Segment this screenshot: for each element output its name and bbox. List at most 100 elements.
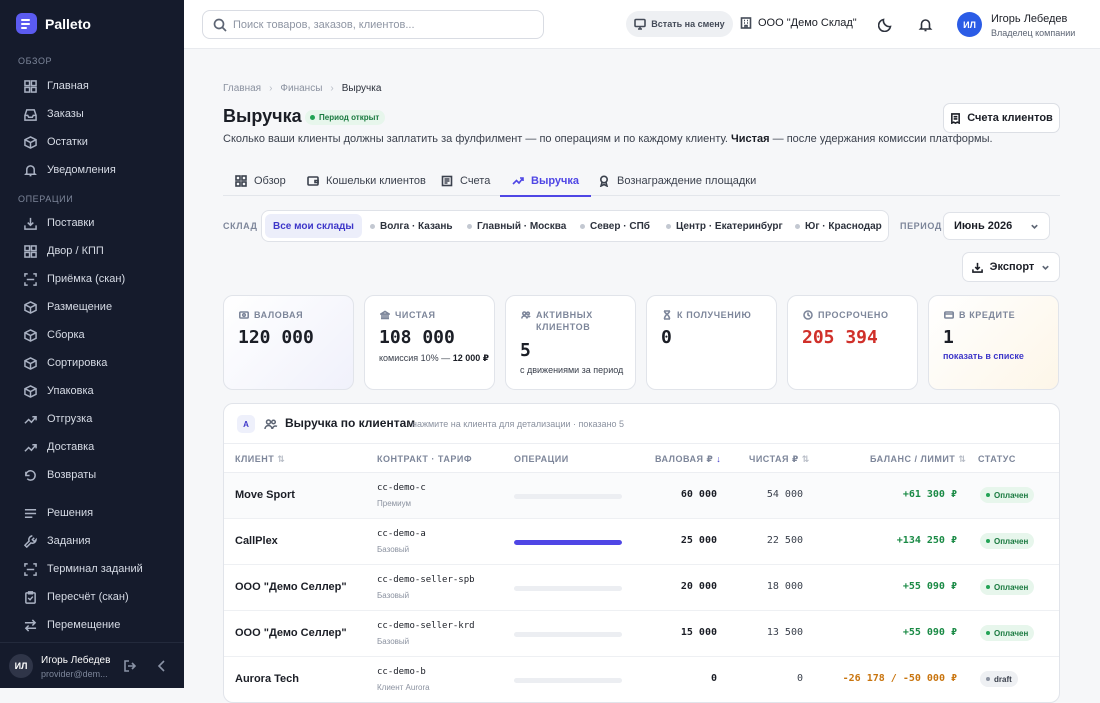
kpi-card-receivable[interactable]: К получению 0 — [646, 295, 777, 390]
sidebar-item-receiving[interactable]: Приёмка (скан) — [24, 268, 125, 290]
table-row[interactable]: Aurora Tech cc-demo-b Клиент Aurora 0 0 -26 1… — [224, 657, 1059, 702]
clipboard-icon — [25, 590, 36, 604]
column-header-client[interactable]: Клиент ⇅ — [235, 454, 285, 465]
client-name[interactable]: ООО "Демо Селлер" — [235, 581, 347, 593]
sidebar-item-packing[interactable]: Упаковка — [24, 380, 94, 402]
warehouse-option-krasnodar[interactable]: Юг · Краснодар — [787, 214, 890, 238]
sidebar-item-sorting[interactable]: Сортировка — [24, 352, 107, 374]
client-name[interactable]: Aurora Tech — [235, 673, 299, 685]
tab-invoices[interactable]: Счета — [441, 166, 490, 196]
search-box[interactable] — [202, 10, 544, 39]
avatar[interactable]: ИЛ — [9, 654, 33, 678]
column-header-net[interactable]: Чистая ₽ ⇅ — [749, 454, 810, 465]
warehouse-option-moscow[interactable]: Главный · Москва — [459, 214, 574, 238]
period-select[interactable]: Июнь 2026 — [943, 212, 1050, 240]
avatar[interactable]: ИЛ — [957, 12, 982, 37]
sidebar-item-putaway[interactable]: Размещение — [24, 296, 112, 318]
tab-revenue[interactable]: Выручка — [499, 166, 592, 197]
table-row[interactable]: CallPlex cc-demo-a Базовый 25 000 22 500 +134… — [224, 519, 1059, 565]
start-shift-button[interactable]: Встать на смену — [626, 11, 733, 37]
breadcrumb-current: Выручка — [341, 83, 382, 94]
sidebar-item-shipment[interactable]: Отгрузка — [24, 408, 92, 430]
kpi-card-net[interactable]: Чистая 108 000 комиссия 10% — 12 000 ₽ — [364, 295, 495, 390]
sidebar-item-label: Отгрузка — [47, 413, 93, 425]
table-row[interactable]: ООО "Демо Селлер" cc-demo-seller-krd Базов… — [224, 611, 1059, 657]
sidebar-item-picking[interactable]: Сборка — [24, 324, 85, 346]
sidebar-item-transfer[interactable]: Перемещение — [24, 614, 120, 636]
tab-client-wallets[interactable]: Кошельки клиентов — [307, 166, 426, 196]
warehouse-option-label: Центр · Екатеринбург — [676, 220, 783, 232]
warehouse-option-ekb[interactable]: Центр · Екатеринбург — [658, 214, 791, 238]
sidebar-item-returns[interactable]: Возвраты — [24, 464, 96, 486]
user-name[interactable]: Игорь Лебедев — [991, 13, 1067, 25]
sidebar-item-label: Поставки — [47, 217, 95, 229]
sidebar-item-stock[interactable]: Остатки — [24, 131, 88, 153]
logout-icon[interactable] — [124, 660, 136, 672]
sidebar-item-label: Сборка — [47, 329, 85, 341]
kpi-value: 108 000 — [379, 327, 455, 348]
sidebar-item-delivery[interactable]: Доставка — [24, 436, 94, 458]
kpi-card-overdue[interactable]: Просрочено 205 394 — [787, 295, 918, 390]
company-name: ООО "Демо Склад" — [758, 17, 857, 29]
revenue-by-client-card: A Выручка по клиентам нажмите на клиента… — [223, 403, 1060, 703]
client-name[interactable]: Move Sport — [235, 489, 295, 501]
moon-icon[interactable] — [878, 17, 893, 32]
table-row[interactable]: ООО "Демо Селлер" cc-demo-seller-spb Базов… — [224, 565, 1059, 611]
breadcrumb-finance[interactable]: Финансы — [280, 83, 322, 94]
receipt-icon — [441, 175, 453, 187]
client-invoices-button[interactable]: Счета клиентов — [943, 103, 1060, 133]
chevron-right-icon: › — [269, 83, 273, 94]
balance-amount: +55 090 ₽ — [902, 627, 957, 638]
kpi-card-gross[interactable]: Валовая 120 000 — [223, 295, 354, 390]
users-icon — [521, 311, 531, 319]
search-input[interactable] — [233, 11, 533, 38]
client-name[interactable]: ООО "Демо Селлер" — [235, 627, 347, 639]
breadcrumb-home[interactable]: Главная — [223, 83, 261, 94]
kpi-value: 1 — [943, 327, 954, 348]
column-header-status: Статус — [978, 454, 1016, 464]
scan-icon — [24, 272, 37, 286]
box-icon — [24, 356, 37, 370]
show-in-list-link[interactable]: показать в списке — [943, 349, 1055, 363]
kpi-card-in-credit[interactable]: В кредите 1 показать в списке — [928, 295, 1059, 390]
sidebar-item-yard[interactable]: Двор / КПП — [24, 240, 104, 262]
sidebar-item-supplies[interactable]: Поставки — [24, 212, 94, 234]
sidebar-item-orders[interactable]: Заказы — [24, 103, 84, 125]
operations-bar — [514, 632, 622, 637]
trend-icon — [24, 415, 37, 424]
kpi-card-active-clients[interactable]: Активных клиентов 5 с движениями за пери… — [505, 295, 636, 390]
tab-overview[interactable]: Обзор — [235, 166, 286, 196]
collapse-sidebar-icon[interactable] — [156, 660, 168, 672]
warehouse-option-all[interactable]: Все мои склады — [265, 214, 362, 238]
column-header-gross[interactable]: Валовая ₽ ↓ — [655, 454, 721, 465]
contract-code: cc-demo-a — [377, 529, 426, 539]
export-button[interactable]: Экспорт — [962, 252, 1060, 282]
kpi-label: В кредите — [944, 309, 1056, 321]
download-icon — [971, 262, 983, 273]
building-icon — [740, 17, 752, 29]
contract-code: cc-demo-c — [377, 483, 426, 493]
sidebar-item-decisions[interactable]: Решения — [24, 502, 93, 524]
bell-icon[interactable] — [918, 17, 933, 32]
sidebar-item-notifications[interactable]: Уведомления — [24, 159, 116, 181]
warehouse-option-kazan[interactable]: Волга · Казань — [362, 214, 461, 238]
column-header-balance[interactable]: Баланс / Лимит ⇅ — [870, 454, 966, 465]
client-name[interactable]: CallPlex — [235, 535, 278, 547]
sidebar-item-task-terminal[interactable]: Терминал заданий — [24, 558, 143, 580]
balance-amount: +55 090 ₽ — [902, 581, 957, 592]
operations-bar — [514, 494, 622, 499]
sidebar-item-recount[interactable]: Пересчёт (скан) — [24, 586, 129, 608]
table-row[interactable]: Move Sport cc-demo-c Премиум 60 000 54 000 +6… — [224, 473, 1059, 519]
warehouse-option-spb[interactable]: Север · СПб — [572, 214, 658, 238]
sidebar-item-tasks[interactable]: Задания — [24, 530, 90, 552]
brand[interactable]: Palleto — [16, 13, 91, 34]
warehouse-option-label: Волга · Казань — [380, 220, 453, 232]
sidebar-item-label: Решения — [47, 507, 94, 519]
kpi-value: 205 394 — [802, 327, 878, 348]
receipt-icon — [951, 112, 961, 124]
money-icon — [239, 311, 249, 319]
company-switcher[interactable]: ООО "Демо Склад" — [740, 17, 857, 29]
status-badge: draft — [980, 671, 1018, 687]
sidebar-item-home[interactable]: Главная — [24, 75, 89, 97]
tab-platform-reward[interactable]: Вознаграждение площадки — [598, 166, 756, 196]
